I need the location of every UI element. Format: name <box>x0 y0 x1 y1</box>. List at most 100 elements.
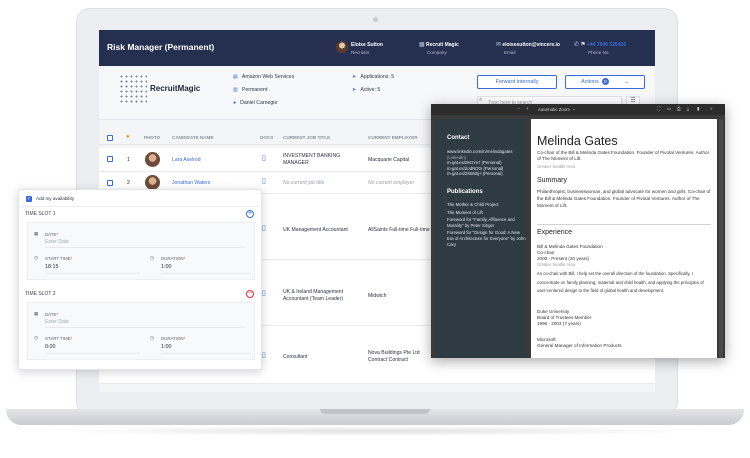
job-header: Risk Manager (Permanent) Eloise Sutton R… <box>99 30 655 66</box>
building-icon: ▤ <box>233 74 238 80</box>
date-label-text: DATE <box>45 312 57 317</box>
duration-label: DURATION* <box>161 336 186 341</box>
info-active: ➤ Active: 5 <box>352 87 380 93</box>
uk-flag-icon: ⚑ <box>580 42 586 48</box>
candidate-avatar <box>145 152 160 167</box>
candidate-avatar <box>145 175 160 190</box>
page-title: Risk Manager (Permanent) <box>107 42 215 52</box>
fullscreen-icon[interactable]: ⛶ <box>657 106 660 111</box>
remove-slot-button[interactable]: − <box>246 290 254 298</box>
actions-count-badge: 0 <box>601 78 609 85</box>
date-input[interactable]: Enter Date <box>45 319 245 328</box>
duration-input[interactable]: 1:00 <box>161 344 251 354</box>
clock-icon: ◷ <box>34 255 38 260</box>
divider <box>537 224 711 225</box>
resume-headline: Co-chair of the Bill & Melinda Gates Fou… <box>537 150 710 162</box>
col-employer: CURRENT EMPLOYER <box>368 135 418 140</box>
summary-heading: Summary <box>537 177 567 184</box>
duration-input[interactable]: 1:00 <box>161 264 251 274</box>
start-time-label-text: START TIME <box>45 256 71 261</box>
info-applications: ➤ Applications: 5 <box>352 74 394 80</box>
pdf-viewer: − + Automatic Zoom ⌄ ⛶ ▭ ⎙ ⤓ ▮ » Contact… <box>431 104 725 358</box>
duration-label-text: DURATION <box>161 336 184 341</box>
calendar-icon: ▦ <box>34 311 39 316</box>
row-number: 2 <box>127 180 130 186</box>
start-time-input[interactable]: 0:00 <box>45 344 140 354</box>
start-time-label-text: START TIME <box>45 336 71 341</box>
exp3-org: Microsoft <box>537 337 556 342</box>
document-icon[interactable]: ▯ <box>262 154 266 162</box>
client-logo: RecruitMagic <box>150 84 201 93</box>
date-input[interactable]: Enter Date <box>45 239 245 248</box>
publications-list: The Mother & Child Project The Moment of… <box>447 202 527 247</box>
date-label: DATE* <box>45 312 59 317</box>
resume-page: Melinda Gates Co-chair of the Bill & Mel… <box>531 119 717 358</box>
exp1-description: As co-chair with Bill, I help set the ov… <box>537 271 704 294</box>
publication: The Mother & Child Project <box>447 202 499 207</box>
send-icon: ➤ <box>352 74 357 80</box>
divider <box>19 206 261 207</box>
forward-internally-button[interactable]: Forward internally <box>477 75 557 89</box>
download-icon[interactable]: ⤓ <box>687 106 689 111</box>
document-icon[interactable]: ▯ <box>262 351 266 359</box>
chevron-down-icon: ⌄ <box>624 79 629 85</box>
time-slot-2-title: TIME SLOT 2 <box>25 291 56 297</box>
phone-info: ✆ ⚑ +44 7946 526426 Phone No. <box>574 41 626 56</box>
availability-card: ✓ Add my availability TIME SLOT 1 + ▦ DA… <box>18 189 262 370</box>
date-label: DATE* <box>45 232 59 237</box>
exp2-dates: 1996 - 2003 (7 years) <box>537 321 581 326</box>
employer: Nova Buildings Pte Ltd Contract Contract <box>368 350 420 363</box>
company-label: Company <box>427 50 447 55</box>
row-checkbox[interactable] <box>107 180 113 186</box>
contact-list: www.linkedin.com/in/melindagates (Linked… <box>447 149 527 177</box>
employer: AllSaints Full-time Full-time <box>368 227 430 233</box>
employer: Macquarie Capital <box>368 157 410 163</box>
zoom-select[interactable]: Automatic Zoom <box>538 107 570 112</box>
email-value[interactable]: eloisesutton@vincere.io <box>502 42 560 48</box>
actions-button[interactable]: Actions 0 ⌄ <box>565 75 645 89</box>
resume-sidebar: Contact www.linkedin.com/in/melindagates… <box>435 119 527 358</box>
start-time-label: START TIME* <box>45 256 73 261</box>
row-number: 1 <box>127 157 130 163</box>
resume-location: Greater Seattle Area <box>537 164 576 169</box>
recruiter-info: Eloise Sutton Recruiter <box>351 41 383 56</box>
document-icon[interactable]: ▯ <box>262 177 266 185</box>
publications-heading: Publications <box>447 189 483 195</box>
availability-label: Add my availability <box>36 196 75 201</box>
open-file-icon[interactable]: ▭ <box>667 106 671 112</box>
user-icon: ● <box>126 134 130 140</box>
pdf-scrollbar[interactable] <box>719 119 723 358</box>
info-company: ▤ Amazon Web Services <box>233 74 294 80</box>
search-icon: ⌕ <box>479 97 483 103</box>
phone-value[interactable]: +44 7946 526426 <box>587 42 626 48</box>
job-title: No current job title <box>283 180 325 186</box>
mail-icon: ✉ <box>496 42 502 48</box>
zoom-out-icon[interactable]: − <box>517 106 520 111</box>
document-icon[interactable]: ▯ <box>262 289 266 297</box>
calendar-icon: ▦ <box>34 231 39 236</box>
document-icon[interactable]: ▯ <box>262 224 266 232</box>
exp3-role: General Manager of Information Products <box>537 343 622 348</box>
send-icon: ➤ <box>352 87 357 93</box>
duration-label-text: DURATION <box>161 256 184 261</box>
tools-icon[interactable]: » <box>710 106 712 111</box>
add-slot-button[interactable]: + <box>246 210 254 218</box>
availability-checkbox[interactable]: ✓ <box>26 196 32 202</box>
candidate-name[interactable]: Jonathan Waters <box>172 180 210 186</box>
select-all-checkbox[interactable] <box>107 135 113 141</box>
print-icon[interactable]: ⎙ <box>677 106 681 111</box>
start-time-input[interactable]: 18:15 <box>45 264 140 274</box>
info-owner-label: Daniel Carnegie <box>240 100 278 106</box>
info-type-label: Permanent <box>241 87 268 93</box>
experience-heading: Experience <box>537 229 573 236</box>
info-owner: ● Daniel Carnegie <box>233 100 277 106</box>
col-photo: PHOTO <box>144 135 161 140</box>
building-icon: ▦ <box>419 42 425 48</box>
company-name: Recruit Magic <box>425 42 459 48</box>
row-checkbox[interactable] <box>107 156 113 162</box>
bookmark-icon[interactable]: ▮ <box>697 106 699 112</box>
zoom-in-icon[interactable]: + <box>526 106 529 111</box>
actions-label: Actions <box>581 79 599 85</box>
time-slot-1: ▦ DATE* Enter Date ◷ START TIME* 18:15 ◷… <box>27 222 255 280</box>
candidate-name[interactable]: Lara Axelrod <box>172 157 201 163</box>
